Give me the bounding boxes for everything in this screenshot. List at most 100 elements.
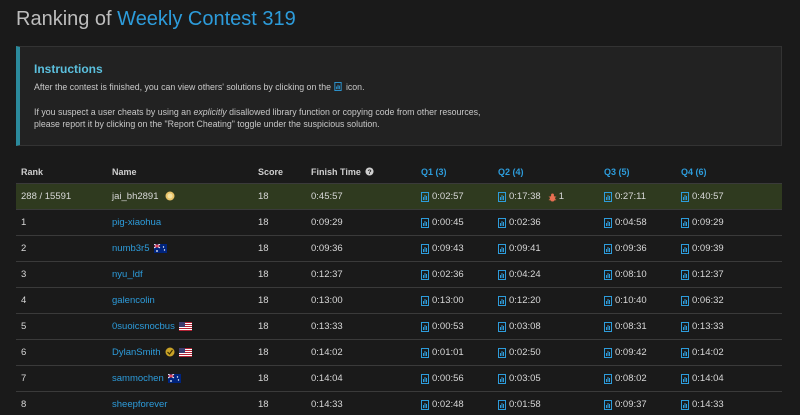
solution-icon[interactable] [421,322,429,332]
solution-icon[interactable] [681,374,689,384]
my-q1-time: 0:02:57 [432,191,464,202]
username[interactable]: sheepforever [112,399,167,410]
q2-time-cell[interactable]: 0:04:24 [498,262,541,288]
header-q2[interactable]: Q2 (4) [498,160,524,184]
contest-link[interactable]: Weekly Contest 319 [117,8,296,30]
q2-time-cell[interactable]: 0:12:20 [498,288,541,314]
solution-icon[interactable] [681,192,689,202]
q4-time: 0:13:33 [692,321,724,332]
q3-time: 0:10:40 [615,295,647,306]
solution-icon[interactable] [681,270,689,280]
q2-time-cell[interactable]: 0:03:05 [498,366,541,392]
q1-time: 0:01:01 [432,347,464,358]
my-q4[interactable]: 0:40:57 [681,184,724,210]
header-score: Score [258,167,284,177]
q3-time-cell[interactable]: 0:09:42 [604,340,647,366]
q4-time-cell[interactable]: 0:14:02 [681,340,724,366]
q1-time: 0:09:43 [432,243,464,254]
q4-time-cell[interactable]: 0:12:37 [681,262,724,288]
solution-icon[interactable] [498,400,506,410]
solution-icon[interactable] [498,244,506,254]
q2-time-cell[interactable]: 0:03:08 [498,314,541,340]
my-q1[interactable]: 0:02:57 [421,184,464,210]
username[interactable]: nyu_ldf [112,269,143,280]
solution-icon[interactable] [604,270,612,280]
q4-time-cell[interactable]: 0:06:32 [681,288,724,314]
solution-icon[interactable] [681,296,689,306]
q3-time-cell[interactable]: 0:09:36 [604,236,647,262]
username[interactable]: pig-xiaohua [112,217,161,228]
solution-icon[interactable] [604,400,612,410]
solution-icon[interactable] [498,192,506,202]
solution-icon[interactable] [681,400,689,410]
solution-icon[interactable] [421,296,429,306]
q2-time-cell[interactable]: 0:01:58 [498,392,541,415]
instructions-text-1: After the contest is finished, you can v… [34,81,767,94]
q2-time-cell[interactable]: 0:09:41 [498,236,541,262]
solution-icon[interactable] [421,374,429,384]
q2-time-cell[interactable]: 0:02:50 [498,340,541,366]
solution-icon[interactable] [604,296,612,306]
my-username[interactable]: jai_bh2891 [112,191,159,202]
username[interactable]: DylanSmith [112,347,161,358]
username[interactable]: galencolin [112,295,155,306]
rank: 6 [21,347,27,358]
q2-time: 0:02:50 [509,347,541,358]
q3-time-cell[interactable]: 0:08:02 [604,366,647,392]
q3-time-cell[interactable]: 0:08:10 [604,262,647,288]
solution-icon[interactable] [604,192,612,202]
q1-time-cell[interactable]: 0:09:43 [421,236,464,262]
my-q2[interactable]: 0:17:38 1 [498,184,564,210]
q4-time: 0:06:32 [692,295,724,306]
solution-icon[interactable] [498,296,506,306]
username[interactable]: 0suoicsnocbus [112,321,175,332]
q4-time-cell[interactable]: 0:14:33 [681,392,724,415]
solution-icon[interactable] [421,218,429,228]
q4-time-cell[interactable]: 0:13:33 [681,314,724,340]
q1-time-cell[interactable]: 0:00:45 [421,210,464,236]
header-q3[interactable]: Q3 (5) [604,160,630,184]
help-icon[interactable]: ? [365,167,374,176]
solution-icon[interactable] [498,270,506,280]
q1-time-cell[interactable]: 0:00:53 [421,314,464,340]
q3-time-cell[interactable]: 0:08:31 [604,314,647,340]
q1-time-cell[interactable]: 0:00:56 [421,366,464,392]
q4-time-cell[interactable]: 0:09:29 [681,210,724,236]
solution-icon[interactable] [421,400,429,410]
solution-icon[interactable] [604,244,612,254]
username[interactable]: numb3r5 [112,243,150,254]
solution-icon[interactable] [681,348,689,358]
solution-icon[interactable] [421,192,429,202]
q3-time-cell[interactable]: 0:09:37 [604,392,647,415]
solution-icon[interactable] [604,348,612,358]
q1-time-cell[interactable]: 0:02:48 [421,392,464,415]
solution-icon[interactable] [604,218,612,228]
solution-icon[interactable] [421,270,429,280]
solution-icon[interactable] [681,218,689,228]
q3-time-cell[interactable]: 0:04:58 [604,210,647,236]
solution-icon[interactable] [421,244,429,254]
solution-icon[interactable] [498,322,506,332]
solution-icon[interactable] [421,348,429,358]
q1-time-cell[interactable]: 0:02:36 [421,262,464,288]
header-q4[interactable]: Q4 (6) [681,160,707,184]
solution-icon[interactable] [498,374,506,384]
q3-time-cell[interactable]: 0:10:40 [604,288,647,314]
q2-time-cell[interactable]: 0:02:36 [498,210,541,236]
q4-time-cell[interactable]: 0:09:39 [681,236,724,262]
name-cell: DylanSmith [112,340,192,366]
q1-time-cell[interactable]: 0:01:01 [421,340,464,366]
solution-icon[interactable] [681,322,689,332]
solution-icon[interactable] [498,348,506,358]
solution-icon[interactable] [604,374,612,384]
q2-time: 0:02:36 [509,217,541,228]
solution-icon[interactable] [681,244,689,254]
username[interactable]: sammochen [112,373,164,384]
q1-time-cell[interactable]: 0:13:00 [421,288,464,314]
solution-icon[interactable] [498,218,506,228]
solution-icon[interactable] [604,322,612,332]
my-q3[interactable]: 0:27:11 [604,184,646,210]
q4-time-cell[interactable]: 0:14:04 [681,366,724,392]
q2-time: 0:03:08 [509,321,541,332]
header-q1[interactable]: Q1 (3) [421,160,447,184]
